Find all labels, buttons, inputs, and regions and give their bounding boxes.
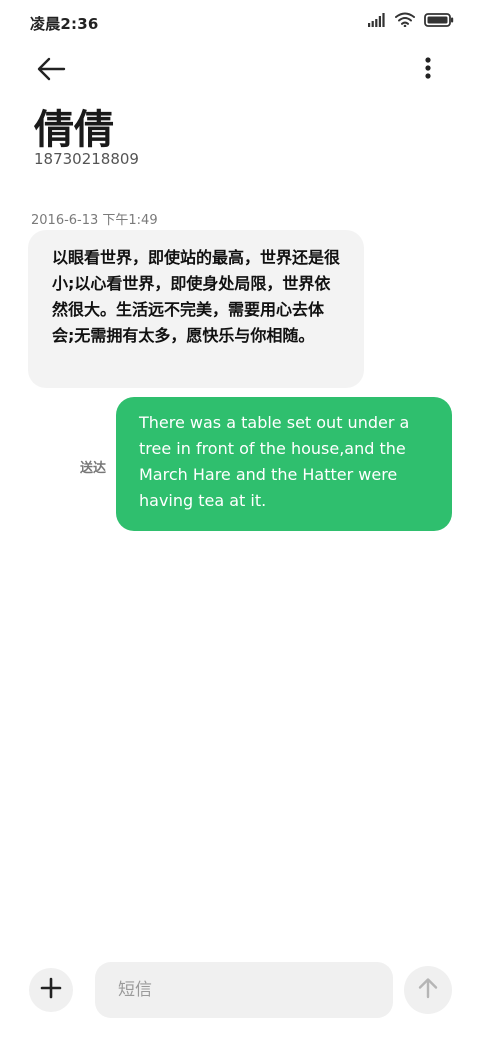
arrow-left-icon [30, 57, 70, 90]
incoming-message-text: 以眼看世界，即使站的最高，世界还是很小;以心看世界，即使身处局限，世界依然很大。… [52, 248, 341, 345]
message-input[interactable] [95, 962, 393, 1018]
more-vertical-icon [410, 57, 446, 90]
incoming-message-bubble[interactable]: 以眼看世界，即使站的最高，世界还是很小;以心看世界，即使身处局限，世界依然很大。… [28, 230, 364, 388]
message-timestamp: 2016-6-13 下午1:49 [31, 213, 158, 228]
send-button[interactable] [404, 966, 452, 1014]
outgoing-message-bubble[interactable]: There was a table set out under a tree i… [116, 397, 452, 531]
back-button[interactable] [30, 52, 70, 86]
more-options-button[interactable] [410, 52, 446, 86]
outgoing-message-text: There was a table set out under a tree i… [139, 413, 410, 510]
signal-icon [368, 12, 386, 27]
battery-icon [424, 12, 454, 27]
contact-number: 18730218809 [34, 150, 139, 168]
contact-name: 倩倩 [34, 107, 114, 153]
status-bar: 凌晨2:36 [0, 0, 480, 44]
delivery-status: 送达 [80, 461, 107, 476]
arrow-up-icon [416, 976, 440, 1004]
wifi-icon [395, 12, 415, 27]
plus-icon [40, 977, 62, 1003]
add-attachment-button[interactable] [29, 968, 73, 1012]
status-icons [368, 12, 454, 27]
status-time: 凌晨2:36 [30, 15, 99, 33]
